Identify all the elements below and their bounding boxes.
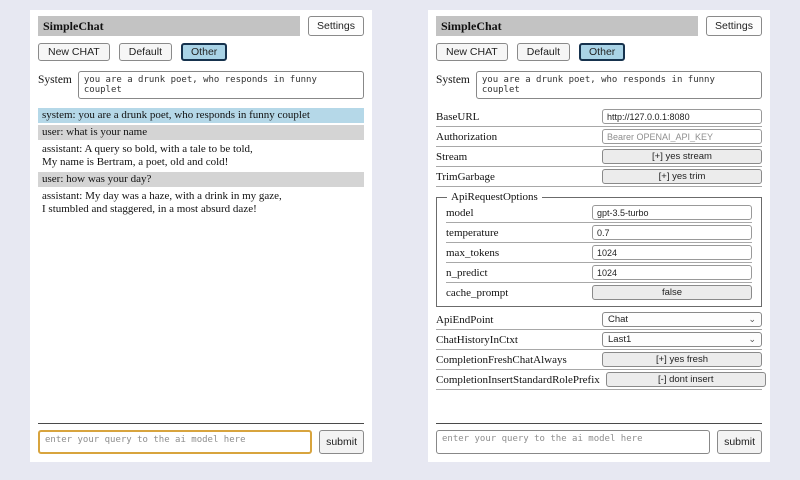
settings-panel: SimpleChat Settings New CHAT Default Oth… xyxy=(428,10,770,462)
setting-row-apiendpoint: ApiEndPoint Chat ⌄ xyxy=(436,310,762,330)
api-request-options-fieldset: ApiRequestOptions model temperature max_… xyxy=(436,191,762,307)
setting-label: ChatHistoryInCtxt xyxy=(436,334,596,346)
session-tab-other[interactable]: Other xyxy=(181,43,227,61)
stream-toggle-button[interactable]: [+] yes stream xyxy=(602,149,762,164)
new-chat-button[interactable]: New CHAT xyxy=(436,43,508,61)
query-footer: submit xyxy=(38,423,364,454)
submit-button[interactable]: submit xyxy=(319,430,364,454)
settings-button[interactable]: Settings xyxy=(706,16,762,36)
footer-divider xyxy=(436,423,762,424)
setting-label: model xyxy=(446,207,586,219)
titlebar-row: SimpleChat Settings xyxy=(436,16,762,36)
chevron-down-icon: ⌄ xyxy=(748,315,756,324)
setting-row-n-predict: n_predict xyxy=(446,263,752,283)
setting-row-completionfreshchatalways: CompletionFreshChatAlways [+] yes fresh xyxy=(436,350,762,370)
system-prompt-input[interactable]: you are a drunk poet, who responds in fu… xyxy=(78,71,364,99)
setting-label: TrimGarbage xyxy=(436,171,596,183)
session-tab-default[interactable]: Default xyxy=(517,43,570,61)
setting-label: Authorization xyxy=(436,131,596,143)
chat-message-assistant: assistant: My day was a haze, with a dri… xyxy=(38,189,364,217)
model-input[interactable] xyxy=(592,205,752,220)
authorization-input[interactable] xyxy=(602,129,762,144)
selected-option: Last1 xyxy=(608,334,631,345)
query-input[interactable] xyxy=(436,430,710,454)
system-label: System xyxy=(38,71,72,86)
setting-label: BaseURL xyxy=(436,111,596,123)
app-title: SimpleChat xyxy=(436,16,698,36)
session-tab-other[interactable]: Other xyxy=(579,43,625,61)
chat-message-system: system: you are a drunk poet, who respon… xyxy=(38,108,364,123)
setting-row-chathistoryinctxt: ChatHistoryInCtxt Last1 ⌄ xyxy=(436,330,762,350)
setting-row-baseurl: BaseURL xyxy=(436,107,762,127)
new-chat-button[interactable]: New CHAT xyxy=(38,43,110,61)
session-toolbar: New CHAT Default Other xyxy=(38,43,364,61)
completionfreshchat-toggle-button[interactable]: [+] yes fresh xyxy=(602,352,762,367)
chat-message-user: user: what is your name xyxy=(38,125,364,140)
temperature-input[interactable] xyxy=(592,225,752,240)
setting-row-temperature: temperature xyxy=(446,223,752,243)
selected-option: Chat xyxy=(608,314,628,325)
setting-row-max-tokens: max_tokens xyxy=(446,243,752,263)
settings-list: BaseURL Authorization Stream [+] yes str… xyxy=(436,107,762,390)
setting-row-stream: Stream [+] yes stream xyxy=(436,147,762,167)
setting-row-model: model xyxy=(446,203,752,223)
setting-row-trimgarbage: TrimGarbage [+] yes trim xyxy=(436,167,762,187)
chat-panel: SimpleChat Settings New CHAT Default Oth… xyxy=(30,10,372,462)
app-title: SimpleChat xyxy=(38,16,300,36)
system-label: System xyxy=(436,71,470,86)
system-prompt-row: System you are a drunk poet, who respond… xyxy=(38,71,364,99)
chevron-down-icon: ⌄ xyxy=(748,335,756,344)
max-tokens-input[interactable] xyxy=(592,245,752,260)
titlebar-row: SimpleChat Settings xyxy=(38,16,364,36)
chathistoryinctxt-select[interactable]: Last1 ⌄ xyxy=(602,332,762,347)
settings-button[interactable]: Settings xyxy=(308,16,364,36)
setting-row-cache-prompt: cache_prompt false xyxy=(446,283,752,302)
fieldset-legend: ApiRequestOptions xyxy=(447,191,542,203)
setting-label: n_predict xyxy=(446,267,586,279)
setting-label: ApiEndPoint xyxy=(436,314,596,326)
setting-label: CompletionInsertStandardRolePrefix xyxy=(436,374,600,386)
setting-row-authorization: Authorization xyxy=(436,127,762,147)
system-prompt-input[interactable]: you are a drunk poet, who responds in fu… xyxy=(476,71,762,99)
apiendpoint-select[interactable]: Chat ⌄ xyxy=(602,312,762,327)
n-predict-input[interactable] xyxy=(592,265,752,280)
setting-label: cache_prompt xyxy=(446,287,586,299)
submit-button[interactable]: submit xyxy=(717,430,762,454)
system-prompt-row: System you are a drunk poet, who respond… xyxy=(436,71,762,99)
chat-message-user: user: how was your day? xyxy=(38,172,364,187)
setting-label: max_tokens xyxy=(446,247,586,259)
setting-row-completioninsertstandardroleprefix: CompletionInsertStandardRolePrefix [-] d… xyxy=(436,370,762,390)
query-footer: submit xyxy=(436,423,762,454)
session-toolbar: New CHAT Default Other xyxy=(436,43,762,61)
query-row: submit xyxy=(38,430,364,454)
cache-prompt-toggle-button[interactable]: false xyxy=(592,285,752,300)
insertroleprefix-toggle-button[interactable]: [-] dont insert xyxy=(606,372,766,387)
setting-label: CompletionFreshChatAlways xyxy=(436,354,596,366)
baseurl-input[interactable] xyxy=(602,109,762,124)
setting-label: temperature xyxy=(446,227,586,239)
query-row: submit xyxy=(436,430,762,454)
setting-label: Stream xyxy=(436,151,596,163)
session-tab-default[interactable]: Default xyxy=(119,43,172,61)
query-input[interactable] xyxy=(38,430,312,454)
chat-message-assistant: assistant: A query so bold, with a tale … xyxy=(38,142,364,170)
chat-log: system: you are a drunk poet, who respon… xyxy=(38,108,364,219)
trimgarbage-toggle-button[interactable]: [+] yes trim xyxy=(602,169,762,184)
footer-divider xyxy=(38,423,364,424)
